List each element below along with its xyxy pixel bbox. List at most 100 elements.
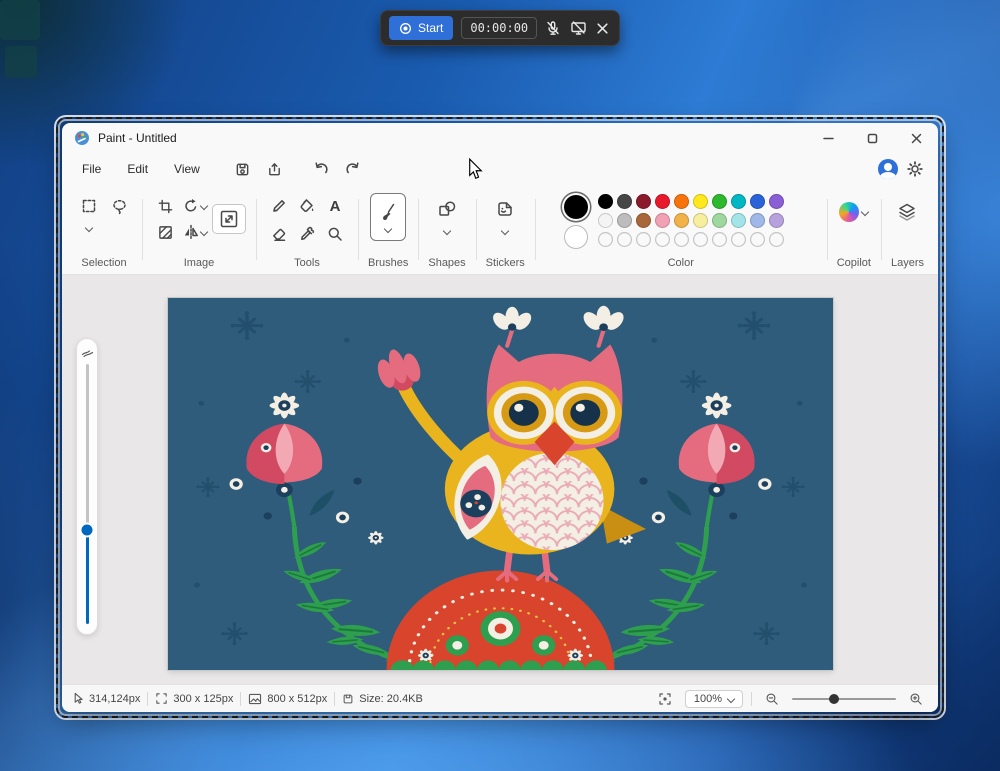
color-swatch[interactable]: [731, 213, 746, 228]
desktop-icon[interactable]: [0, 0, 40, 40]
ribbon-group-shapes: Shapes: [418, 185, 475, 274]
recorder-close-button[interactable]: [595, 15, 611, 41]
zoom-dropdown[interactable]: 100%: [685, 690, 743, 708]
display-muted-button[interactable]: [570, 15, 587, 41]
pattern-fill-button[interactable]: [152, 219, 178, 245]
brushes-button[interactable]: [370, 193, 406, 241]
zoom-in-button[interactable]: [904, 688, 928, 710]
color-swatch[interactable]: [712, 194, 727, 209]
fit-to-screen-button[interactable]: [653, 688, 677, 710]
statusbar: 314,124px 300 x 125px 800 x 512px: [62, 684, 938, 712]
redo-button[interactable]: [338, 156, 368, 182]
microphone-muted-button[interactable]: [545, 15, 561, 41]
menu-item-file[interactable]: File: [70, 157, 113, 181]
pencil-tool-button[interactable]: [266, 193, 292, 219]
layers-icon: [897, 202, 917, 222]
rotate-button[interactable]: [182, 193, 208, 219]
color-swatch[interactable]: [674, 194, 689, 209]
resize-image-button[interactable]: [212, 204, 246, 234]
color-swatch[interactable]: [636, 194, 651, 209]
color-swatch[interactable]: [731, 194, 746, 209]
color-swatch[interactable]: [769, 194, 784, 209]
color-swatch[interactable]: [712, 213, 727, 228]
minimize-button[interactable]: [806, 123, 850, 153]
rectangle-select-button[interactable]: [76, 193, 102, 219]
custom-color-slot[interactable]: [674, 232, 689, 247]
file-size-icon: [342, 693, 354, 705]
color-swatch[interactable]: [769, 213, 784, 228]
custom-color-slot[interactable]: [598, 232, 613, 247]
owl-folk-art: [168, 298, 833, 670]
lasso-select-button[interactable]: [106, 193, 132, 219]
color-swatch[interactable]: [750, 194, 765, 209]
fill-tool-button[interactable]: [294, 193, 320, 219]
undo-button[interactable]: [306, 156, 336, 182]
desktop-icon[interactable]: [5, 46, 37, 78]
custom-color-slot[interactable]: [693, 232, 708, 247]
stickers-button[interactable]: [492, 196, 518, 222]
layers-button[interactable]: [894, 199, 920, 225]
share-button[interactable]: [260, 156, 290, 182]
brush-size-icon: [81, 346, 94, 358]
eraser-icon: [271, 226, 287, 242]
eraser-tool-button[interactable]: [266, 221, 292, 247]
color-swatch[interactable]: [617, 194, 632, 209]
color-swatch[interactable]: [655, 213, 670, 228]
canvas-artwork[interactable]: [168, 298, 833, 670]
menu-item-view[interactable]: View: [162, 157, 212, 181]
zoom-slider-thumb[interactable]: [829, 694, 839, 704]
zoom-out-button[interactable]: [760, 688, 784, 710]
crop-button[interactable]: [152, 193, 178, 219]
color-group-label: Color: [668, 257, 694, 269]
custom-color-slot[interactable]: [769, 232, 784, 247]
stickers-chevron[interactable]: [500, 226, 510, 236]
color-swatch[interactable]: [693, 194, 708, 209]
chevron-down-icon: [861, 208, 869, 216]
color-swatch[interactable]: [693, 213, 708, 228]
shapes-chevron[interactable]: [442, 226, 452, 236]
save-button[interactable]: [228, 156, 258, 182]
zoom-slider[interactable]: [792, 698, 896, 700]
selection-options-chevron[interactable]: [84, 223, 94, 233]
menu-item-edit[interactable]: Edit: [115, 157, 160, 181]
settings-button[interactable]: [900, 156, 930, 182]
custom-color-slot[interactable]: [750, 232, 765, 247]
brush-size-slider[interactable]: [76, 338, 98, 635]
color-swatch[interactable]: [655, 194, 670, 209]
slider-track[interactable]: [86, 364, 89, 624]
color-swatch[interactable]: [598, 213, 613, 228]
color-swatch[interactable]: [636, 213, 651, 228]
copilot-button[interactable]: [837, 199, 870, 225]
chevron-down-icon: [200, 228, 208, 236]
custom-color-slot[interactable]: [731, 232, 746, 247]
cursor-position-icon: [72, 692, 84, 705]
color-swatch[interactable]: [598, 194, 613, 209]
color-swatch[interactable]: [750, 213, 765, 228]
close-icon: [911, 133, 922, 144]
text-tool-button[interactable]: A: [322, 193, 348, 219]
custom-color-slot[interactable]: [655, 232, 670, 247]
custom-color-slot[interactable]: [712, 232, 727, 247]
close-button[interactable]: [894, 123, 938, 153]
background-color-swatch[interactable]: [564, 225, 588, 249]
shapes-button[interactable]: [434, 196, 460, 222]
custom-color-slot[interactable]: [636, 232, 651, 247]
ribbon-group-copilot: Copilot: [827, 185, 881, 274]
ribbon-group-tools: A: [256, 185, 358, 274]
magnifier-tool-button[interactable]: [322, 221, 348, 247]
slider-thumb[interactable]: [82, 525, 93, 536]
foreground-color-swatch[interactable]: [564, 195, 588, 219]
start-recording-button[interactable]: Start: [389, 16, 453, 40]
flip-button[interactable]: [182, 219, 208, 245]
eyedropper-tool-button[interactable]: [294, 221, 320, 247]
maximize-button[interactable]: [850, 123, 894, 153]
color-swatch[interactable]: [617, 213, 632, 228]
custom-color-slot[interactable]: [617, 232, 632, 247]
ribbon-group-selection: Selection: [66, 185, 142, 274]
account-avatar[interactable]: [878, 159, 898, 179]
copilot-group-label: Copilot: [837, 257, 871, 269]
edit-color-button[interactable]: [794, 193, 798, 197]
color-swatch[interactable]: [674, 213, 689, 228]
titlebar[interactable]: Paint - Untitled: [62, 123, 938, 153]
sticker-icon: [496, 200, 514, 218]
